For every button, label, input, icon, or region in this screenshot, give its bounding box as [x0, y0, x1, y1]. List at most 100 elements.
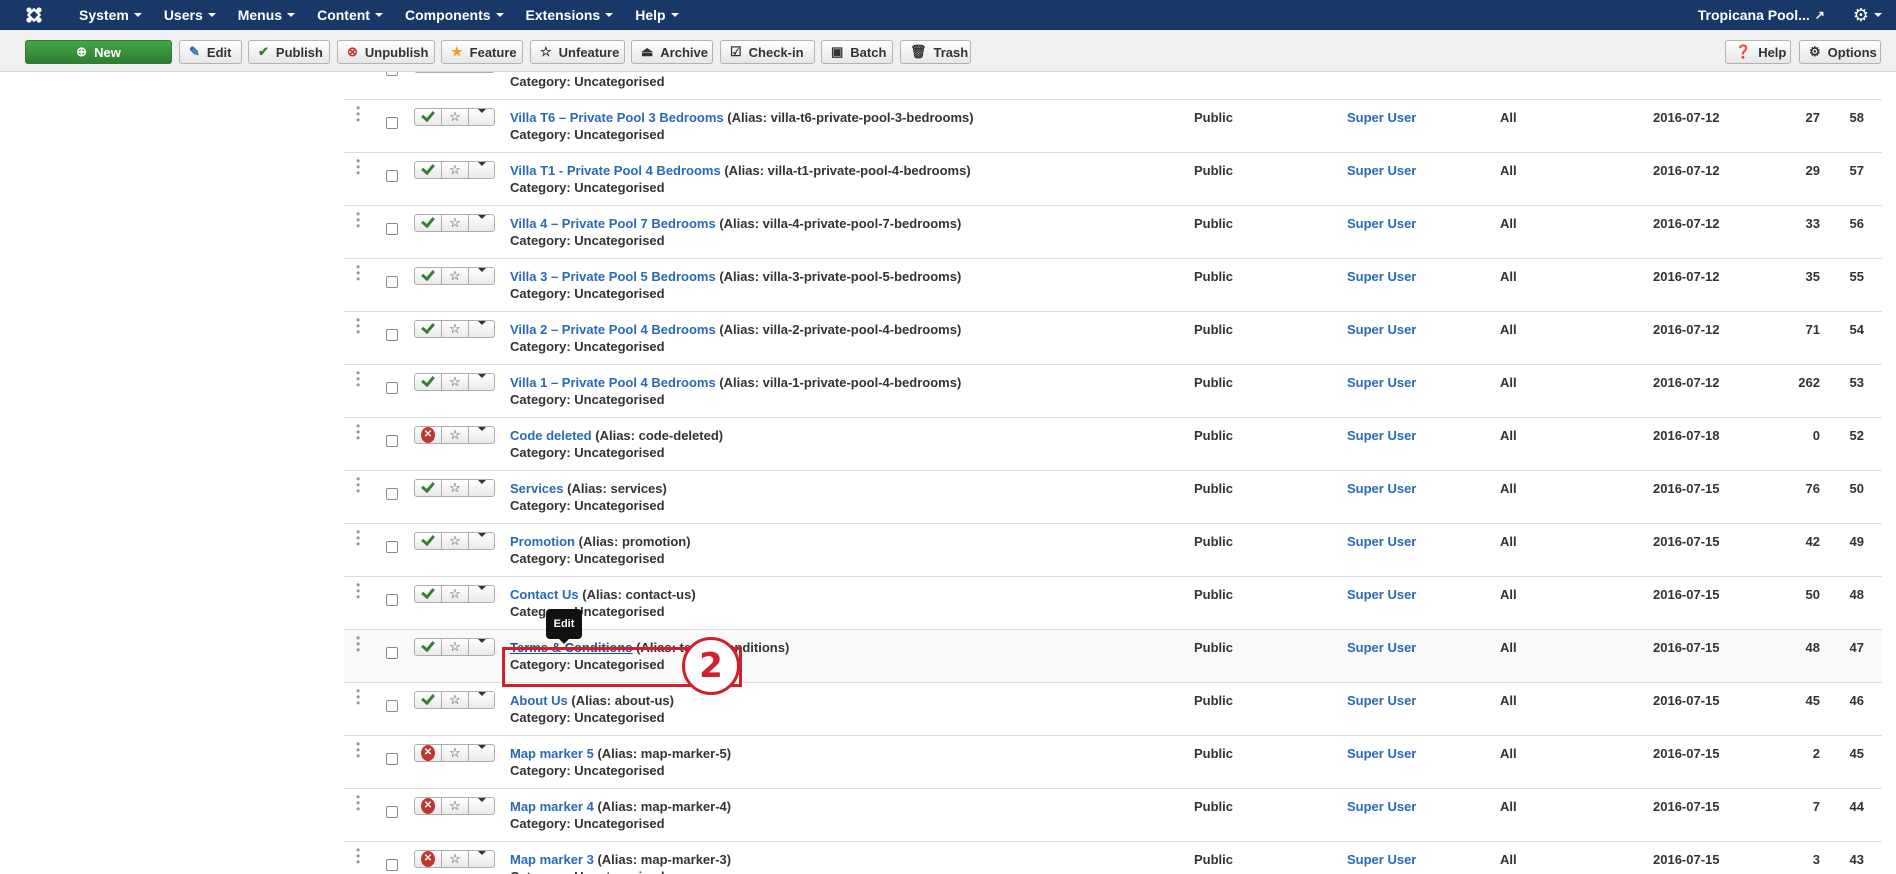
row-checkbox[interactable] [386, 329, 398, 341]
row-actions-dropdown[interactable] [469, 268, 494, 284]
row-checkbox[interactable] [386, 382, 398, 394]
row-checkbox[interactable] [386, 647, 398, 659]
status-toggle-button[interactable]: ✕ [415, 851, 442, 867]
feature-button[interactable]: ★ Feature [441, 40, 523, 64]
unpublish-button[interactable]: ⊗ Unpublish [337, 40, 435, 64]
row-checkbox[interactable] [386, 223, 398, 235]
row-actions-dropdown[interactable] [469, 374, 494, 390]
row-actions-dropdown[interactable] [469, 480, 494, 496]
status-toggle-button[interactable]: ✕ [415, 798, 442, 814]
row-actions-dropdown[interactable] [469, 321, 494, 337]
row-checkbox[interactable] [386, 700, 398, 712]
featured-toggle-button[interactable]: ☆ [442, 798, 469, 814]
status-toggle-button[interactable] [415, 215, 442, 231]
menu-content[interactable]: Content [306, 0, 394, 30]
author-link[interactable]: Super User [1347, 481, 1416, 496]
status-toggle-button[interactable] [415, 692, 442, 708]
edit-button[interactable]: ✎ Edit [179, 40, 242, 64]
author-link[interactable]: Super User [1347, 216, 1416, 231]
drag-handle-icon[interactable]: • • • [356, 102, 362, 126]
article-title-link[interactable]: Villa 3 – Private Pool 5 Bedrooms [510, 269, 716, 284]
featured-toggle-button[interactable]: ☆ [442, 162, 469, 178]
row-checkbox[interactable] [386, 72, 398, 76]
menu-system[interactable]: System [68, 0, 153, 30]
drag-handle-icon[interactable]: • • • [356, 155, 362, 179]
status-toggle-button[interactable] [415, 639, 442, 655]
author-link[interactable]: Super User [1347, 587, 1416, 602]
row-checkbox[interactable] [386, 753, 398, 765]
row-checkbox[interactable] [386, 276, 398, 288]
checkin-button[interactable]: ☑ Check-in [720, 40, 815, 64]
row-checkbox[interactable] [386, 488, 398, 500]
menu-extensions[interactable]: Extensions [515, 0, 625, 30]
menu-menus[interactable]: Menus [227, 0, 306, 30]
row-checkbox[interactable] [386, 170, 398, 182]
author-link[interactable]: Super User [1347, 799, 1416, 814]
joomla-logo-icon[interactable] [0, 6, 68, 24]
featured-toggle-button[interactable]: ☆ [442, 639, 469, 655]
row-actions-dropdown[interactable] [469, 798, 494, 814]
status-toggle-button[interactable] [415, 586, 442, 602]
unfeature-button[interactable]: ☆ Unfeature [530, 40, 625, 64]
author-link[interactable]: Super User [1347, 375, 1416, 390]
row-actions-dropdown[interactable] [469, 215, 494, 231]
menu-help[interactable]: Help [624, 0, 689, 30]
trash-button[interactable]: 🗑 Trash [900, 40, 971, 64]
featured-toggle-button[interactable]: ☆ [442, 851, 469, 867]
status-toggle-button[interactable] [415, 268, 442, 284]
menu-components[interactable]: Components [394, 0, 515, 30]
drag-handle-icon[interactable]: • • • [356, 579, 362, 603]
drag-handle-icon[interactable]: • • • [356, 526, 362, 550]
batch-button[interactable]: ▣ Batch [821, 40, 893, 64]
author-link[interactable]: Super User [1347, 110, 1416, 125]
article-title-link[interactable]: Villa T1 - Private Pool 4 Bedrooms [510, 163, 721, 178]
row-actions-dropdown[interactable] [469, 533, 494, 549]
featured-toggle-button[interactable]: ☆ [442, 692, 469, 708]
row-actions-dropdown[interactable] [469, 745, 494, 761]
drag-handle-icon[interactable]: • • • [356, 632, 362, 656]
drag-handle-icon[interactable]: • • • [356, 208, 362, 232]
status-toggle-button[interactable]: ✕ [415, 745, 442, 761]
author-link[interactable]: Super User [1347, 852, 1416, 867]
author-link[interactable]: Super User [1347, 640, 1416, 655]
status-toggle-button[interactable] [415, 533, 442, 549]
row-checkbox[interactable] [386, 859, 398, 871]
drag-handle-icon[interactable]: • • • [356, 314, 362, 338]
drag-handle-icon[interactable]: • • • [356, 844, 362, 868]
author-link[interactable]: Super User [1347, 163, 1416, 178]
status-toggle-button[interactable] [415, 162, 442, 178]
drag-handle-icon[interactable]: • • • [356, 367, 362, 391]
drag-handle-icon[interactable]: • • • [356, 791, 362, 815]
featured-toggle-button[interactable]: ☆ [442, 533, 469, 549]
row-actions-dropdown[interactable] [469, 162, 494, 178]
options-button[interactable]: ⚙ Options [1799, 40, 1881, 64]
status-toggle-button[interactable] [415, 321, 442, 337]
status-toggle-button[interactable] [415, 374, 442, 390]
row-checkbox[interactable] [386, 117, 398, 129]
author-link[interactable]: Super User [1347, 269, 1416, 284]
featured-toggle-button[interactable]: ☆ [442, 480, 469, 496]
article-title-link[interactable]: Villa 1 – Private Pool 4 Bedrooms [510, 375, 716, 390]
drag-handle-icon[interactable]: • • • [356, 261, 362, 285]
featured-toggle-button[interactable]: ☆ [442, 586, 469, 602]
author-link[interactable]: Super User [1347, 322, 1416, 337]
row-actions-dropdown[interactable] [469, 109, 494, 125]
drag-handle-icon[interactable]: • • • [356, 420, 362, 444]
author-link[interactable]: Super User [1347, 428, 1416, 443]
row-actions-dropdown[interactable] [469, 692, 494, 708]
status-toggle-button[interactable] [415, 480, 442, 496]
row-actions-dropdown[interactable] [469, 851, 494, 867]
row-checkbox[interactable] [386, 806, 398, 818]
site-link[interactable]: Tropicana Pool... ↗ [1698, 7, 1825, 23]
article-title-link[interactable]: Map marker 3 [510, 852, 594, 867]
article-title-link[interactable]: Map marker 5 [510, 746, 594, 761]
archive-button[interactable]: ⏏ Archive [631, 40, 713, 64]
row-actions-dropdown[interactable] [469, 586, 494, 602]
featured-toggle-button[interactable]: ☆ [442, 215, 469, 231]
author-link[interactable]: Super User [1347, 534, 1416, 549]
article-title-link[interactable]: Villa 4 – Private Pool 7 Bedrooms [510, 216, 716, 231]
menu-users[interactable]: Users [153, 0, 227, 30]
featured-toggle-button[interactable]: ☆ [442, 427, 469, 443]
author-link[interactable]: Super User [1347, 746, 1416, 761]
article-title-link[interactable]: Code deleted [510, 428, 592, 443]
